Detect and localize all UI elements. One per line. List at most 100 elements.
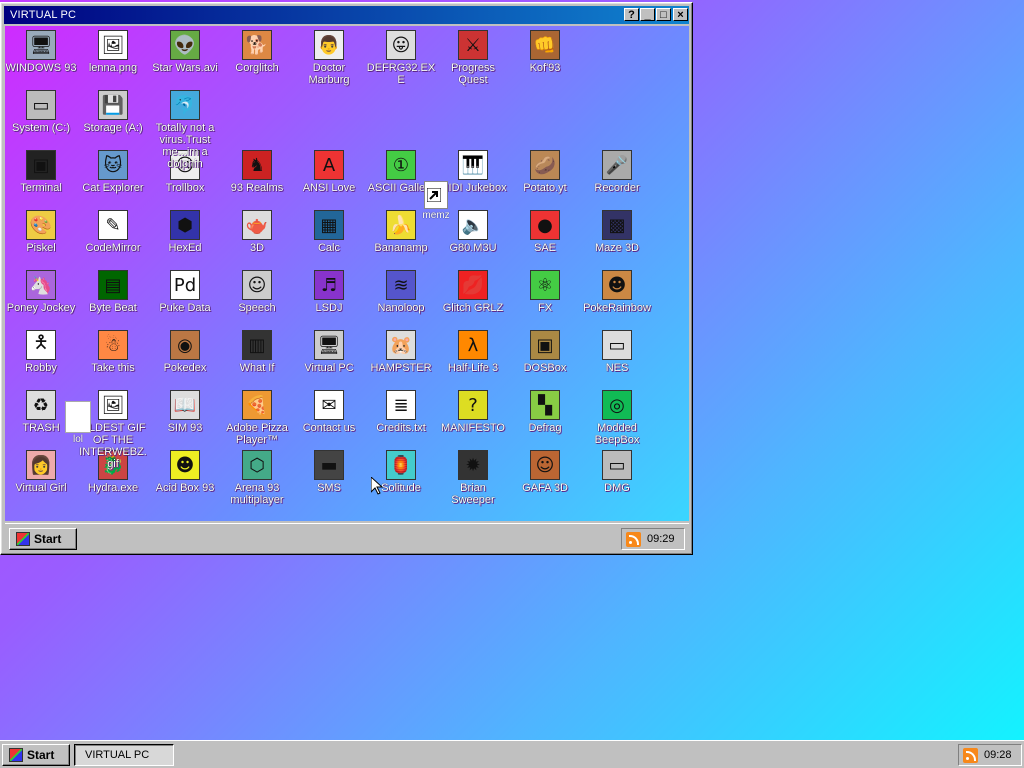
desktop-icon-label: What If bbox=[239, 362, 275, 374]
desktop-icon-poney-jockey[interactable]: 🦄 Poney Jockey bbox=[5, 270, 77, 314]
window-titlebar[interactable]: VIRTUAL PC ? _ □ × bbox=[4, 6, 689, 24]
gameboy-icon: ▭ bbox=[602, 450, 632, 480]
desktop-icon-system-c[interactable]: ▭ System (C:) bbox=[5, 90, 77, 134]
desktop-icon-contact-us[interactable]: ✉ Contact us bbox=[293, 390, 365, 434]
desktop-icon-hampster[interactable]: 🐹 HAMPSTER bbox=[365, 330, 437, 374]
maximize-button[interactable]: □ bbox=[656, 8, 671, 21]
desktop-icon-recorder[interactable]: 🎤 Recorder bbox=[581, 150, 653, 194]
desktop-icon-hexed[interactable]: ⬢ HexEd bbox=[149, 210, 221, 254]
desktop-icon-totally-not-a-virus-trust-me-im-a-dolphin[interactable]: 🐬 Totally not a virus.Trust me...im a dol… bbox=[149, 90, 221, 170]
desktop-icon-label: DMG bbox=[604, 482, 630, 494]
virtual-desktop[interactable]: ▭ DMG ☺ GAFA 3D ✹ Brian Sweeper 🏮 Solitude ▬ SMS ⬡… bbox=[5, 26, 689, 521]
desktop-icon-kof-93[interactable]: 👊 Kof'93 bbox=[509, 30, 581, 74]
desktop-icon-sim-93[interactable]: 📖 SIM 93 bbox=[149, 390, 221, 434]
desktop-icon-half-life-3[interactable]: λ Half-Life 3 bbox=[437, 330, 509, 374]
desktop-icon-nanoloop[interactable]: ≋ Nanoloop bbox=[365, 270, 437, 314]
desktop-icon-nes[interactable]: ▭ NES bbox=[581, 330, 653, 374]
desktop-icon-what-if[interactable]: ▥ What If bbox=[221, 330, 293, 374]
desktop-icon-pokerainbow[interactable]: ☻ PokeRainbow bbox=[581, 270, 653, 314]
desktop-icon-93-realms[interactable]: ♞ 93 Realms bbox=[221, 150, 293, 194]
desktop-icon-label: Modded BeepBox bbox=[594, 422, 640, 446]
desktop-icon-label: LSDJ bbox=[315, 302, 343, 314]
desktop-icon-label: Defrag bbox=[528, 422, 562, 434]
desktop-icon-windows-93[interactable]: 🖥 WINDOWS 93 bbox=[5, 30, 77, 74]
desktop-icon-label: Maze 3D bbox=[594, 242, 640, 254]
codemirror-icon: ✎ bbox=[98, 210, 128, 240]
desktop-icon-lsdj[interactable]: ♬ LSDJ bbox=[293, 270, 365, 314]
desktop-icon-arena-93-multiplayer[interactable]: ⬡ Arena 93 multiplayer bbox=[221, 450, 293, 506]
desktop-icon-manifesto[interactable]: ? MANIFESTO bbox=[437, 390, 509, 434]
desktop-icon-puke-data[interactable]: Pd Puke Data bbox=[149, 270, 221, 314]
desktop-icon-defrg32-exe[interactable]: 😛 DEFRG32.EXE bbox=[365, 30, 437, 86]
desktop-icon-pokedex[interactable]: ◉ Pokedex bbox=[149, 330, 221, 374]
desktop-icon-label: lenna.png bbox=[88, 62, 138, 74]
desktop-icon-modded-beepbox[interactable]: ◎ Modded BeepBox bbox=[581, 390, 653, 446]
rss-icon[interactable] bbox=[963, 747, 978, 763]
desktop-icon-take-this[interactable]: ☃ Take this bbox=[77, 330, 149, 374]
drive-icon: ▭ bbox=[26, 90, 56, 120]
desktop-icon-corglitch[interactable]: 🐕 Corglitch bbox=[221, 30, 293, 74]
desktop-icon-dmg[interactable]: ▭ DMG bbox=[581, 450, 653, 494]
lips-icon: 💋 bbox=[458, 270, 488, 300]
taskbar-item-virtual-pc[interactable]: VIRTUAL PC bbox=[74, 744, 174, 766]
start-button[interactable]: Start bbox=[2, 744, 70, 766]
rss-icon[interactable] bbox=[626, 531, 641, 547]
desktop-icon-potato-yt[interactable]: 🥔 Potato.yt bbox=[509, 150, 581, 194]
desktop-icon-virtual-pc[interactable]: 🖥 Virtual PC bbox=[293, 330, 365, 374]
desktop-icon-label: PokeRainbow bbox=[583, 302, 651, 314]
desktop-icon-codemirror[interactable]: ✎ CodeMirror bbox=[77, 210, 149, 254]
help-button[interactable]: ? bbox=[624, 8, 639, 21]
girl-icon: 👩 bbox=[26, 450, 56, 480]
desktop-icon-dosbox[interactable]: ▣ DOSBox bbox=[509, 330, 581, 374]
pony-icon: 🦄 bbox=[26, 270, 56, 300]
desktop-icon-defrag[interactable]: ▚ Defrag bbox=[509, 390, 581, 434]
desktop-icon-robby[interactable]: 🯅 Robby bbox=[5, 330, 77, 374]
desktop-icon-sae[interactable]: ● SAE bbox=[509, 210, 581, 254]
desktop-icon-virtual-girl[interactable]: 👩 Virtual Girl bbox=[5, 450, 77, 494]
desktop-icon-label: Recorder bbox=[594, 182, 640, 194]
desktop-icon-progress-quest[interactable]: ⚔ Progress Quest bbox=[437, 30, 509, 86]
inner-start-label: Start bbox=[34, 532, 62, 546]
desktop-icon-acid-box-93[interactable]: ☻ Acid Box 93 bbox=[149, 450, 221, 494]
inner-system-tray: 09:29 bbox=[621, 528, 685, 550]
desktop-icon-label: Adobe Pizza Player™ bbox=[226, 422, 288, 446]
desktop-icon-doctor-marburg[interactable]: 👨 Doctor Marburg bbox=[293, 30, 365, 86]
desktop-icon-label: SMS bbox=[317, 482, 341, 494]
pd-icon: Pd bbox=[170, 270, 200, 300]
desktop-icon-terminal[interactable]: ▣ Terminal bbox=[5, 150, 77, 194]
desktop-icon-maze-3d[interactable]: ▩ Maze 3D bbox=[581, 210, 653, 254]
desktop-icon-byte-beat[interactable]: ▤ Byte Beat bbox=[77, 270, 149, 314]
start-label: Start bbox=[27, 748, 55, 762]
cat-globe-icon: 🐱 bbox=[98, 150, 128, 180]
taskbar: Start VIRTUAL PC 09:28 bbox=[0, 740, 1024, 768]
desktop-icon-star-wars-avi[interactable]: 👽 Star Wars.avi bbox=[149, 30, 221, 74]
desktop-icon-gafa-3d[interactable]: ☺ GAFA 3D bbox=[509, 450, 581, 494]
close-button[interactable]: × bbox=[673, 8, 688, 21]
desktop-icon-brian-sweeper[interactable]: ✹ Brian Sweeper bbox=[437, 450, 509, 506]
virtual-pc-window[interactable]: VIRTUAL PC ? _ □ × ▭ DMG ☺ GAFA 3D ✹ Brian Sw… bbox=[0, 2, 693, 555]
desktop-icon-credits-txt[interactable]: ≣ Credits.txt bbox=[365, 390, 437, 434]
lol-file[interactable]: lol bbox=[63, 401, 93, 445]
desktop-icon-lenna-png[interactable]: 🖼 lenna.png bbox=[77, 30, 149, 74]
corgi-icon: 🐕 bbox=[242, 30, 272, 60]
desktop-icon-label: Poney Jockey bbox=[6, 302, 76, 314]
desktop-icon-cat-explorer[interactable]: 🐱 Cat Explorer bbox=[77, 150, 149, 194]
desktop-icon-3d[interactable]: 🫖 3D bbox=[221, 210, 293, 254]
desktop-icon-glitch-grlz[interactable]: 💋 Glitch GRLZ bbox=[437, 270, 509, 314]
desktop-icon-label: Totally not a virus.Trust me...im a dolp… bbox=[155, 122, 215, 170]
fighter-icon: 👊 bbox=[530, 30, 560, 60]
desktop-icon-adobe-pizza-player[interactable]: 🍕 Adobe Pizza Player™ bbox=[221, 390, 293, 446]
desktop-icon-fx[interactable]: ⚛ FX bbox=[509, 270, 581, 314]
desktop-icon-ansi-love[interactable]: A ANSI Love bbox=[293, 150, 365, 194]
desktop-icon-piskel[interactable]: 🎨 Piskel bbox=[5, 210, 77, 254]
desktop-icon-storage-a[interactable]: 💾 Storage (A:) bbox=[77, 90, 149, 134]
soldier-icon: ☺ bbox=[530, 450, 560, 480]
minimize-button[interactable]: _ bbox=[640, 8, 655, 21]
inner-start-button[interactable]: Start bbox=[9, 528, 77, 550]
desktop-icon-calc[interactable]: ▦ Calc bbox=[293, 210, 365, 254]
desktop-icon-label: MANIFESTO bbox=[441, 422, 505, 434]
desktop-icon-speech[interactable]: ☺ Speech bbox=[221, 270, 293, 314]
desktop-icon-sms[interactable]: ▬ SMS bbox=[293, 450, 365, 494]
memz-shortcut[interactable]: memz bbox=[416, 181, 456, 221]
desktop-icon-label: G80.M3U bbox=[449, 242, 497, 254]
